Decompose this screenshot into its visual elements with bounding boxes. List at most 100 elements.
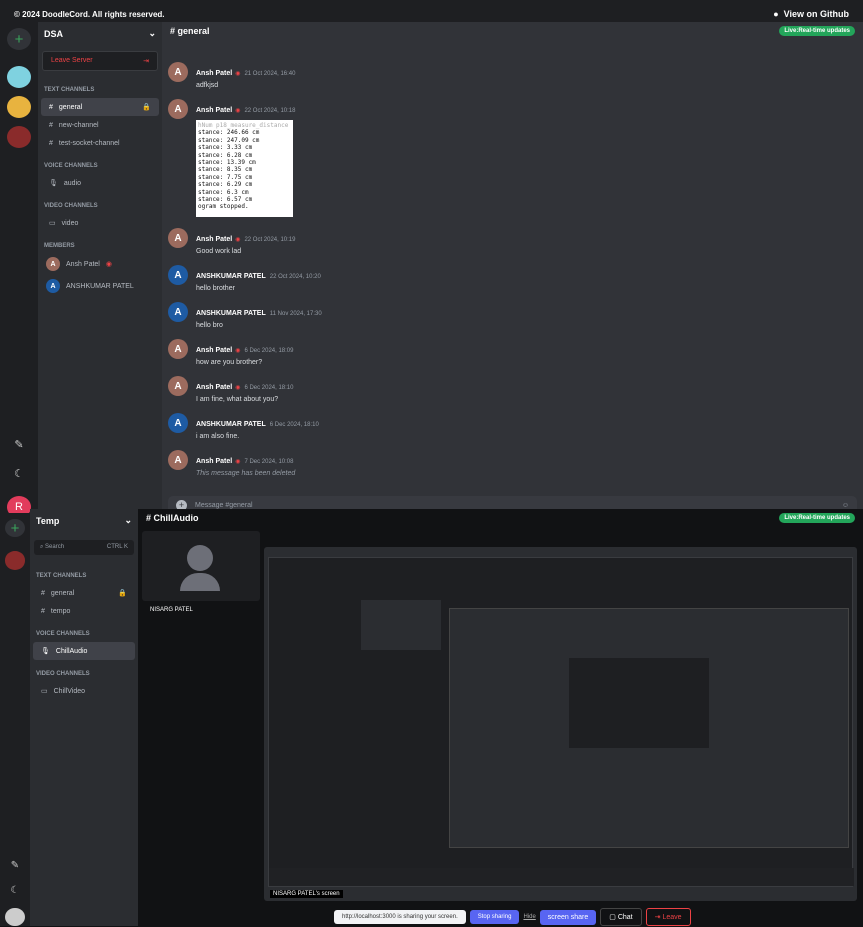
participant-tile[interactable]: NISARG PATEL [142,531,260,613]
avatar: A [168,228,188,248]
avatar: A [168,302,188,322]
leave-button[interactable]: ⇥ Leave [645,908,691,926]
chevron-down-icon[interactable]: ⌄ [124,515,132,526]
avatar: A [168,376,188,396]
mic-icon: 🎙 [41,648,50,655]
hash-icon: # [170,26,176,36]
shield-icon: ◉ [235,71,241,77]
message: A Ansh Patel ◉ 6 Dec 2024, 18:09 how are you… [168,339,293,366]
search-bar[interactable]: ⌕ Search CTRL K [34,540,134,555]
channel-general[interactable]: # general 🔒 [41,98,159,116]
avatar: A [168,99,188,119]
avatar: A [168,450,188,470]
chat-icon: ▢ [609,914,616,921]
pencil-icon[interactable]: ✎ [14,438,23,451]
message: A ANSHKUMAR PATEL 11 Nov 2024, 17:30 hello … [168,302,322,329]
screen-share-button[interactable]: screen share [539,909,597,925]
live-badge: Live:Real-time updates [779,26,855,36]
category-label: VOICE CHANNELS [44,163,98,169]
message: A Ansh Patel ◉ 22 Oct 2024, 10:18 hNum p18_… [168,99,295,217]
voice-area: # ChillAudio Live:Real-time updates NISAR… [138,509,863,926]
category-label: MEMBERS [44,243,75,249]
server-icon[interactable] [7,126,31,148]
channel-title: # general [170,26,210,36]
stop-sharing-button[interactable]: Stop sharing [469,910,520,924]
category-label: VOICE CHANNELS [36,631,90,637]
add-server-button[interactable]: + [5,519,25,538]
avatar: A [46,279,60,293]
user-icon [180,573,220,591]
channel-chillaudio[interactable]: 🎙 ChillAudio [33,642,135,660]
channel-new-channel[interactable]: # new-channel [41,117,159,134]
category-label: TEXT CHANNELS [36,573,87,579]
message: A ANSHKUMAR PATEL 6 Dec 2024, 18:10 i am al… [168,413,319,440]
shield-icon: ◉ [235,108,241,114]
channel-tempo[interactable]: # tempo [33,603,135,620]
moon-icon[interactable]: ☾ [11,885,20,896]
channel-general[interactable]: # general 🔒 [33,584,135,602]
category-label: VIDEO CHANNELS [44,203,98,209]
message: A Ansh Patel ◉ 7 Dec 2024, 10:08 This messag… [168,450,295,477]
screen-share-view[interactable]: NISARG PATEL's screen [264,547,857,901]
user-avatar[interactable] [5,907,25,926]
hash-icon: # [41,589,45,597]
channel-audio[interactable]: 🎙 audio [41,174,159,192]
hide-button[interactable]: Hide [523,914,535,920]
server-name: Temp [36,515,60,526]
shield-icon: ◉ [105,261,112,268]
server-icon[interactable] [7,66,31,88]
server-rail: + ✎ ☾ R [0,22,38,518]
exit-icon: ⇥ [654,914,661,921]
camera-icon: ▭ [41,688,48,695]
hash-icon: # [49,103,53,111]
hash-icon: # [49,140,53,147]
live-badge: Live:Real-time updates [779,513,855,523]
nested-screen [268,557,854,887]
avatar: A [168,62,188,82]
channel-video[interactable]: ▭ video [41,214,159,232]
message: A ANSHKUMAR PATEL 22 Oct 2024, 10:20 hello … [168,265,321,292]
moon-icon[interactable]: ☾ [14,467,24,480]
github-link[interactable]: ● View on Github [773,9,849,19]
avatar: A [46,257,60,271]
shield-icon: ◉ [235,459,241,465]
channel-test-socket[interactable]: # test-socket-channel [41,135,159,152]
message: A Ansh Patel ◉ 6 Dec 2024, 18:10 I am fine, … [168,376,293,403]
participant-name: NISARG PATEL [150,607,193,613]
hash-icon: # [49,122,53,129]
member-item[interactable]: A ANSHKUMAR PATEL [38,275,162,297]
leave-server-button[interactable]: Leave Server ⇥ [42,51,158,71]
chat-button[interactable]: ▢ Chat [600,908,642,926]
channel-chillvideo[interactable]: ▭ ChillVideo [33,682,135,700]
category-label: VIDEO CHANNELS [36,671,90,677]
pencil-icon[interactable]: ✎ [11,860,19,871]
channel-title: # ChillAudio [146,513,199,523]
category-label: TEXT CHANNELS [44,87,95,93]
shield-icon: ◉ [235,348,241,354]
channel-sidebar: Temp ⌄ ⌕ Search CTRL K TEXT CHANNELS # gene… [30,509,138,926]
mic-icon: 🎙 [49,180,58,187]
hash-icon: # [41,608,45,615]
share-notice: http://localhost:3000 is sharing your sc… [334,910,466,924]
emoji-icon[interactable]: ☺ [842,502,849,509]
code-image[interactable]: hNum p18_measure_distance stance: 246.66 … [196,120,293,217]
shield-icon: ◉ [235,385,241,391]
avatar: A [168,265,188,285]
member-item[interactable]: A Ansh Patel ◉ [38,253,162,275]
server-icon[interactable] [5,551,25,570]
hash-icon: # [146,513,152,523]
add-server-button[interactable]: + [7,28,31,50]
channel-sidebar: DSA ⌄ Leave Server ⇥ TEXT CHANNELS # genera… [38,22,162,518]
lock-icon: 🔒 [118,590,127,597]
server-name: DSA [44,28,64,39]
server-icon[interactable] [7,96,31,118]
shield-icon: ◉ [235,237,241,243]
user-icon [187,545,213,571]
camera-icon: ▭ [49,220,56,227]
chevron-down-icon[interactable]: ⌄ [148,28,156,39]
github-icon: ● [773,9,779,19]
share-controls: http://localhost:3000 is sharing your sc… [334,907,691,927]
message: A Ansh Patel ◉ 21 Oct 2024, 16:40 adfkjsd [168,62,295,89]
chat-area: # general Live:Real-time updates A Ansh Pa… [162,22,863,518]
screen-label: NISARG PATEL's screen [270,890,343,898]
